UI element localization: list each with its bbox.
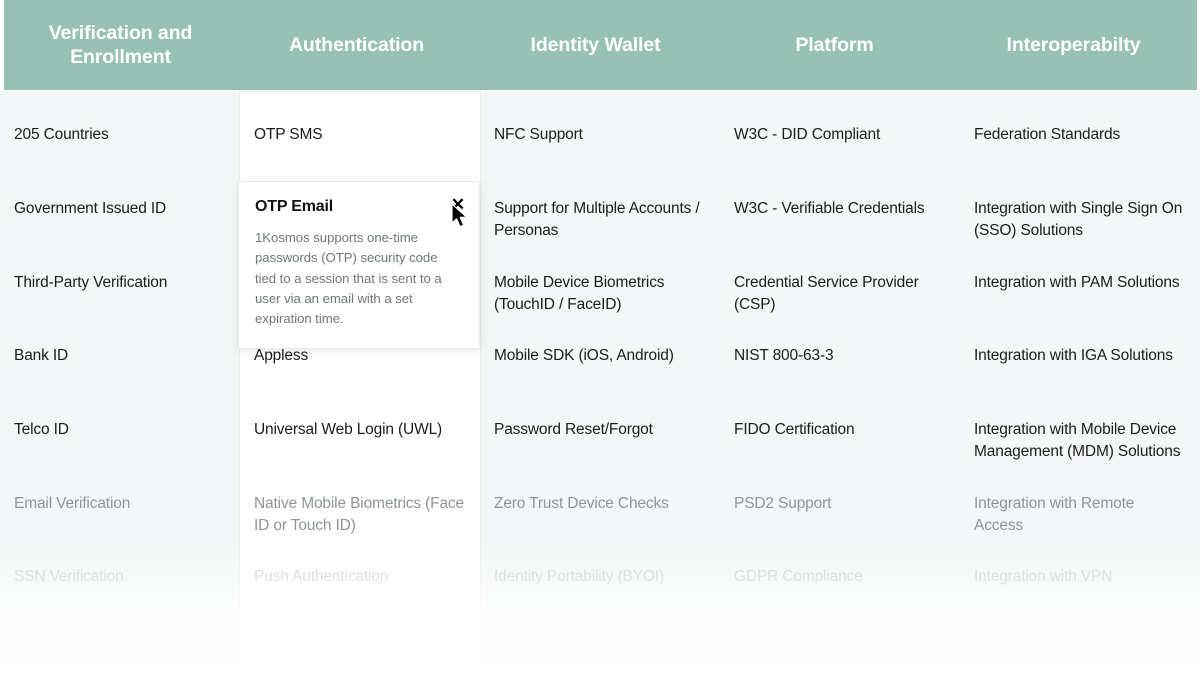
table-cell[interactable]: FIDO2 and WebAuthN <box>974 640 1186 662</box>
table-cell[interactable]: PSD2 Support <box>734 493 946 515</box>
column-header-authentication[interactable]: Authentication <box>237 0 476 90</box>
table-cell[interactable]: Bank ID <box>14 345 226 367</box>
table-cell[interactable]: 205 Countries <box>14 124 226 146</box>
table-cell[interactable]: Reporting and <box>734 640 946 662</box>
column-header-label: Verification and Enrollment <box>20 21 221 70</box>
table-cell[interactable]: Integration with Remote Access <box>974 493 1186 538</box>
table-body: 205 Countries Government Issued ID Third… <box>0 92 1200 689</box>
table-cell[interactable]: FIDO Certification <box>734 419 946 441</box>
table-cell[interactable]: SSN Verification <box>14 566 226 588</box>
table-cell[interactable]: Integration with Mobile Device Managemen… <box>974 419 1186 464</box>
popup-description: 1Kosmos supports one-time passwords (OTP… <box>255 228 461 330</box>
popup-title: OTP Email <box>255 198 461 216</box>
column-interoperabilty: Federation Standards Integration with Si… <box>960 92 1200 689</box>
column-header-verification-and-enrollment[interactable]: Verification and Enrollment <box>4 0 237 90</box>
table-cell[interactable]: Integration with Single Sign On (SSO) So… <box>974 198 1186 243</box>
table-cell[interactable]: Email Verification <box>14 493 226 515</box>
close-icon[interactable]: ✕ <box>449 196 467 214</box>
table-header-row: Verification and Enrollment Authenticati… <box>4 0 1197 90</box>
table-cell[interactable]: Integration with IGA Solutions <box>974 345 1186 367</box>
table-cell[interactable]: Push Authentication <box>254 566 466 588</box>
table-cell[interactable]: Mobile Device Biometrics (TouchID / Face… <box>494 272 706 317</box>
column-verification-and-enrollment: 205 Countries Government Issued ID Third… <box>0 92 240 689</box>
table-cell[interactable]: OTP SMS <box>254 640 466 662</box>
table-cell[interactable]: NFC Support <box>494 124 706 146</box>
table-cell[interactable]: Mobile SDK (iOS, Android) <box>494 345 706 367</box>
table-cell[interactable]: Support for Multiple Accounts / Personas <box>494 198 706 243</box>
column-platform: W3C - DID Compliant W3C - Verifiable Cre… <box>720 92 960 689</box>
table-cell[interactable]: OTP SMS <box>254 124 466 146</box>
column-header-label: Interoperabilty <box>1007 33 1141 57</box>
column-header-platform[interactable]: Platform <box>715 0 954 90</box>
table-cell[interactable]: Universal Web Login (UWL) <box>254 419 466 441</box>
table-cell[interactable]: W3C - DID Compliant <box>734 124 946 146</box>
table-cell[interactable]: Zero Trust Device Checks <box>494 493 706 515</box>
column-header-label: Authentication <box>289 33 424 57</box>
column-header-interoperabilty[interactable]: Interoperabilty <box>954 0 1193 90</box>
table-cell[interactable]: NIST 800-63-3 <box>734 345 946 367</box>
table-cell[interactable]: Wallet Recovery <box>494 640 706 662</box>
table-cell[interactable]: Telco ID <box>14 419 226 441</box>
column-header-label: Platform <box>795 33 873 57</box>
otp-email-tooltip-popup: ✕ OTP Email 1Kosmos supports one-time pa… <box>238 181 480 349</box>
table-cell[interactable]: Identity Portability (BYOI) <box>494 566 706 588</box>
column-identity-wallet: NFC Support Support for Multiple Account… <box>480 92 720 689</box>
column-header-label: Identity Wallet <box>531 33 661 57</box>
table-cell[interactable]: Integration with PAM Solutions <box>974 272 1186 294</box>
table-cell[interactable]: Passport Verification <box>14 640 226 662</box>
table-cell[interactable]: Integration with VPN <box>974 566 1186 588</box>
column-header-identity-wallet[interactable]: Identity Wallet <box>476 0 715 90</box>
table-cell[interactable]: Third-Party Verification <box>14 272 226 294</box>
comparison-table-page: Verification and Enrollment Authenticati… <box>0 0 1200 689</box>
table-cell[interactable]: Native Mobile Biometrics (Face ID or Tou… <box>254 493 466 538</box>
table-cell[interactable]: Password Reset/Forgot <box>494 419 706 441</box>
table-cell[interactable]: GDPR Compliance <box>734 566 946 588</box>
table-cell[interactable]: Government Issued ID <box>14 198 226 220</box>
table-cell[interactable]: Federation Standards <box>974 124 1186 146</box>
table-cell[interactable]: W3C - Verifiable Credentials <box>734 198 946 220</box>
table-cell[interactable]: Credential Service Provider (CSP) <box>734 272 946 317</box>
